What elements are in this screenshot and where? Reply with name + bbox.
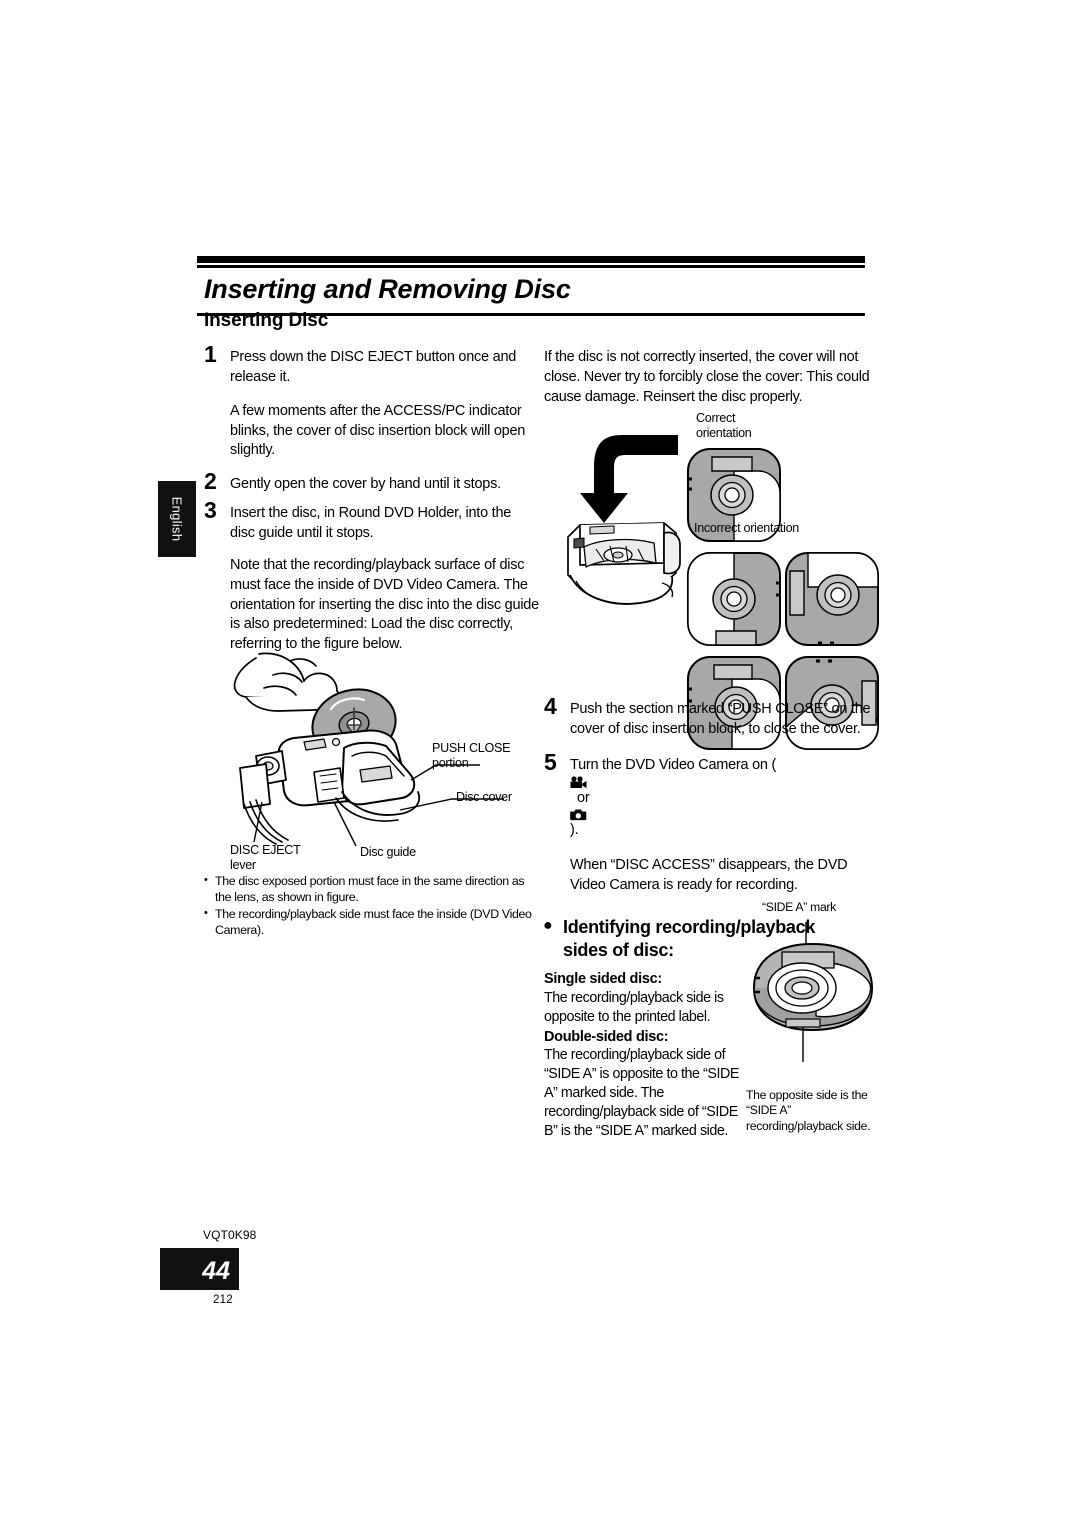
warning-paragraph: If the disc is not correctly inserted, t… [544, 349, 870, 405]
video-camera-icon [570, 775, 587, 788]
label-side-a-mark: “SIDE A” mark [762, 900, 836, 914]
right-column: If the disc is not correctly inserted, t… [544, 348, 879, 408]
step-5-note: When “DISC ACCESS” disappears, the DVD V… [570, 857, 848, 894]
label-opposite-side: The opposite side is the “SIDE A” record… [746, 1088, 871, 1133]
step-2: 2 Gently open the cover by hand until it… [204, 470, 539, 495]
page-title: Inserting and Removing Disc [204, 274, 571, 304]
step-2-number: 2 [204, 468, 217, 495]
figure-inserting-disc: PUSH CLOSE portion Disc cover DISC EJECT… [204, 652, 540, 872]
step-3-number: 3 [204, 497, 217, 524]
orientation-illustration [567, 435, 879, 750]
disc-holder-incorrect-2 [785, 552, 879, 646]
left-bullet-list: The disc exposed portion must face in th… [204, 873, 540, 940]
step-4-number: 4 [544, 693, 557, 719]
step-5-text-before: Turn the DVD Video Camera on ( [570, 756, 777, 773]
label-disc-eject-lever: DISC EJECT lever [230, 843, 301, 873]
step-3: 3 Insert the disc, in Round DVD Holder, … [204, 499, 539, 544]
bullet-item: The disc exposed portion must face in th… [204, 873, 540, 906]
step-4-text: Push the section marked “PUSH CLOSE” on … [570, 701, 871, 737]
figure-disc-orientation: Correct orientation Incorrect orientatio… [560, 405, 880, 750]
step-1-text: Press down the DISC EJECT button once an… [230, 349, 517, 385]
step-5: 5 Turn the DVD Video Camera on ( or). [544, 750, 884, 842]
left-column: 1 Press down the DISC EJECT button once … [204, 343, 539, 669]
manual-code: VQT0K98 [203, 1228, 257, 1242]
section-heading: Inserting Disc [204, 310, 329, 331]
still-camera-icon [570, 809, 587, 821]
single-sided-text: The recording/playback side is opposite … [544, 989, 724, 1025]
language-tab-label: English [169, 496, 185, 542]
footer-sub-number: 212 [213, 1294, 233, 1306]
page-number-box: 44 [160, 1248, 239, 1290]
step-4: 4 Push the section marked “PUSH CLOSE” o… [544, 695, 884, 740]
label-disc-guide: Disc guide [360, 845, 416, 859]
step-5-text: Turn the DVD Video Camera on ( or). [570, 757, 884, 839]
label-push-close: PUSH CLOSE portion [432, 741, 511, 771]
label-incorrect-orientation: Incorrect orientation [694, 521, 800, 535]
page-number: 44 [202, 1257, 230, 1285]
double-sided-label: Double-sided disc: [544, 1028, 669, 1045]
step-2-text: Gently open the cover by hand until it s… [230, 476, 501, 493]
identifying-body: Single sided disc: The recording/playbac… [544, 970, 750, 1142]
manual-page: Inserting and Removing Disc Inserting Di… [0, 0, 1080, 1528]
bullet-item: The recording/playback side must face th… [204, 906, 540, 939]
label-disc-cover: Disc cover [456, 790, 512, 804]
side-a-disc-illustration [752, 922, 874, 1062]
insert-arrow-icon [580, 435, 678, 523]
label-correct-orientation: Correct orientation [696, 411, 752, 441]
double-sided-text: The recording/playback side of “SIDE A” … [544, 1047, 739, 1140]
step-1-note: A few moments after the ACCESS/PC indica… [230, 402, 526, 459]
step-1-number: 1 [204, 341, 217, 367]
title-block: Inserting and Removing Disc [197, 256, 865, 316]
title-rule-thick [197, 256, 865, 263]
single-sided-label: Single sided disc: [544, 970, 662, 987]
step-5-number: 5 [544, 748, 557, 775]
language-tab: English [158, 481, 196, 557]
figure-side-a-disc: “SIDE A” mark The opposite side is the “… [740, 900, 885, 1133]
step-3-text: Insert the disc, in Round DVD Holder, in… [230, 505, 512, 542]
disc-holder-incorrect-1 [687, 552, 781, 646]
step-5-text-after: ). [570, 822, 579, 839]
step-5-text-or: or [577, 789, 590, 806]
step-1: 1 Press down the DISC EJECT button once … [204, 343, 539, 388]
step-3-note: Note that the recording/playback surface… [230, 556, 539, 653]
